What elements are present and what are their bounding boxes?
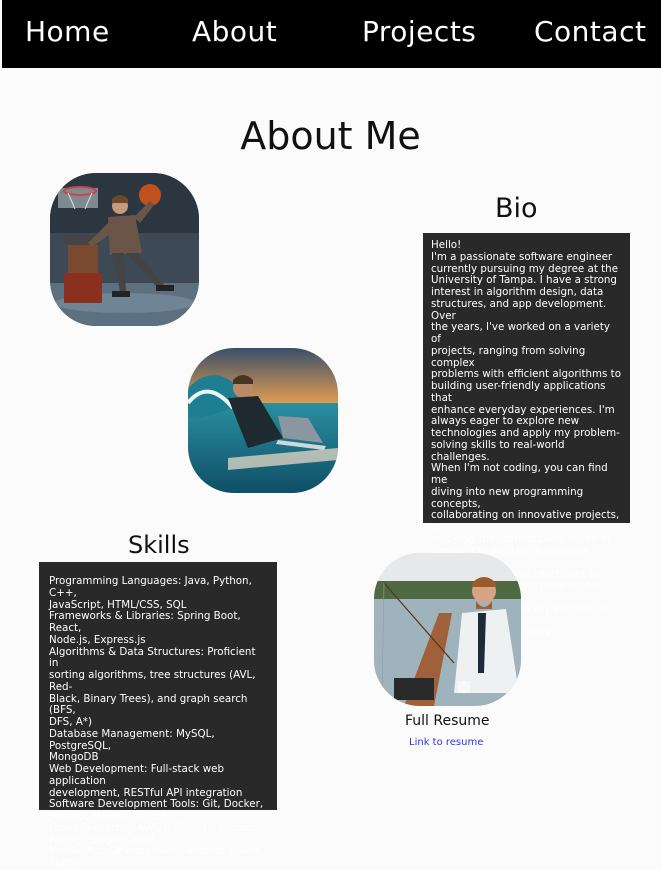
nav-link-about[interactable]: About bbox=[192, 14, 277, 50]
top-navbar: Home About Projects Contact bbox=[2, 0, 661, 68]
surfing-coder-photo bbox=[188, 348, 338, 493]
bio-line: interest in algorithm design, data bbox=[431, 286, 604, 298]
skill-line: Jenkins, Maven, Gradle bbox=[49, 810, 168, 822]
skill-line: Cloud Platforms: AWS (EC2, S3), Microsof… bbox=[49, 821, 266, 834]
skill-line: sorting algorithms, tree structures (AVL… bbox=[49, 669, 256, 693]
bio-heading: Bio bbox=[495, 193, 538, 224]
bio-line: Hello! bbox=[431, 239, 462, 251]
skill-line: Database Management: MySQL, PostgreSQL, bbox=[49, 727, 215, 752]
skill-line: Web Development: Full-stack web applicat… bbox=[49, 763, 225, 787]
skills-heading: Skills bbox=[128, 531, 190, 559]
bio-line: collaborating on innovative projects, or bbox=[431, 509, 620, 533]
nav-link-home[interactable]: Home bbox=[25, 14, 110, 50]
skill-line: Frameworks & Libraries: Spring Boot, Rea… bbox=[49, 610, 241, 634]
skill-line: Flutter bbox=[49, 857, 83, 869]
skill-line: Black, Binary Trees), and graph search (… bbox=[49, 692, 248, 717]
skill-line: Algorithms & Data Structures: Proficient… bbox=[49, 645, 256, 670]
resume-heading: Full Resume bbox=[405, 713, 490, 729]
bio-line: I'm a passionate software engineer bbox=[431, 250, 613, 263]
bio-line: projects, ranging from solving complex bbox=[431, 344, 586, 369]
bio-line: building user-friendly applications that bbox=[431, 380, 606, 404]
bio-line: technologies and apply my problem- bbox=[431, 427, 620, 439]
bio-line: diving into new programming concepts, bbox=[431, 485, 584, 510]
nav-link-contact[interactable]: Contact bbox=[534, 14, 646, 50]
bio-line: solving skills to real-world challenges. bbox=[431, 438, 565, 463]
page-title: About Me bbox=[240, 114, 421, 158]
bio-line: structures, and app development. Over bbox=[431, 297, 607, 322]
skills-text-box: Programming Languages: Java, Python, C++… bbox=[39, 562, 277, 869]
resume-link[interactable]: Link to resume bbox=[409, 736, 483, 749]
skill-line: DFS, A*) bbox=[49, 716, 92, 728]
skill-line: Node.js, Express.js bbox=[49, 633, 146, 646]
skill-line: Programming Languages: Java, Python, C++… bbox=[49, 575, 252, 599]
skill-line: Mobile App Development: Android Studio, bbox=[49, 845, 265, 858]
basketball-photo bbox=[50, 173, 199, 326]
nav-link-projects[interactable]: Projects bbox=[362, 14, 476, 50]
bio-line: the years, I've worked on a variety of bbox=[431, 321, 610, 345]
bio-text-box: Hello! I'm a passionate software enginee… bbox=[423, 233, 630, 639]
bio-line: enjoying the vibrant campus life in bbox=[431, 532, 611, 545]
bio-line: When I'm not coding, you can find me bbox=[431, 462, 608, 486]
fishing-photo bbox=[374, 553, 521, 706]
